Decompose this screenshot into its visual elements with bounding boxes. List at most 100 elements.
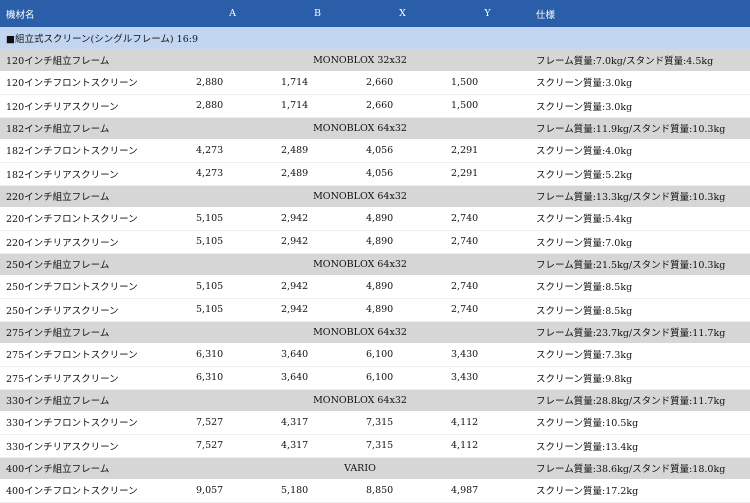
value-y: 2,740	[451, 280, 479, 292]
value-y: 4,112	[451, 416, 479, 428]
frame-row: 275インチ組立フレーム MONOBLOX 64x32 フレーム質量:23.7kg/…	[0, 321, 750, 343]
screen-spec: スクリーン質量:13.4kg	[536, 441, 639, 453]
frame-row: 182インチ組立フレーム MONOBLOX 64x32 フレーム質量:11.9kg/…	[0, 117, 750, 139]
frame-spec: フレーム質量:7.0kg/スタンド質量:4.5kg	[536, 56, 714, 67]
header-a: A	[229, 8, 236, 19]
value-y: 2,291	[451, 168, 479, 179]
frame-row: 400インチ組立フレーム VARIO フレーム質量:38.6kg/スタンド質量:18…	[0, 457, 750, 479]
frame-name: 220インチ組立フレーム	[6, 192, 110, 204]
screen-spec: スクリーン質量:3.0kg	[536, 101, 633, 113]
value-y: 3,430	[451, 372, 479, 383]
header-equipment-name: 機材名	[6, 9, 35, 21]
screen-spec: スクリーン質量:8.5kg	[536, 282, 633, 294]
frame-model: MONOBLOX 64x32	[313, 190, 407, 202]
value-b: 4,317	[281, 440, 309, 451]
header-b: B	[314, 8, 321, 19]
value-a: 6,310	[196, 372, 224, 383]
value-b: 1,714	[281, 76, 309, 88]
table-row: 220インチフロントスクリーン 5,105 2,942 4,890 2,740 スクリーン…	[0, 207, 750, 230]
header-spec: 仕様	[536, 9, 556, 21]
value-b: 2,942	[281, 212, 309, 224]
frame-name: 182インチ組立フレーム	[6, 124, 110, 136]
value-b: 5,180	[281, 484, 309, 496]
table-row: 400インチフロントスクリーン 9,057 5,180 8,850 4,987 スクリーン…	[0, 479, 750, 502]
frame-spec: フレーム質量:21.5kg/スタンド質量:10.3kg	[536, 260, 726, 272]
frame-model: VARIO	[344, 462, 376, 474]
value-x: 4,890	[366, 212, 394, 224]
frame-name: 275インチ組立フレーム	[6, 328, 110, 340]
screen-spec: スクリーン質量:7.0kg	[536, 237, 633, 249]
screen-name: 250インチフロントスクリーン	[6, 282, 138, 294]
screen-name: 400インチフロントスクリーン	[6, 486, 138, 498]
value-y: 4,987	[451, 484, 479, 496]
screen-spec: スクリーン質量:3.0kg	[536, 78, 633, 90]
frame-spec: フレーム質量:13.3kg/スタンド質量:10.3kg	[536, 192, 726, 204]
value-x: 2,660	[366, 100, 394, 111]
screen-spec: スクリーン質量:17.2kg	[536, 486, 639, 498]
value-y: 2,291	[451, 144, 479, 156]
screen-spec: スクリーン質量:7.3kg	[536, 350, 633, 362]
table-row: 330インチリアスクリーン 7,527 4,317 7,315 4,112 スクリーン質量…	[0, 434, 750, 457]
value-x: 4,056	[366, 144, 394, 156]
frame-spec: フレーム質量:28.8kg/スタンド質量:11.7kg	[536, 396, 726, 408]
frame-name: 120インチ組立フレーム	[6, 56, 110, 67]
table-row: 275インチリアスクリーン 6,310 3,640 6,100 3,430 スクリーン質量…	[0, 366, 750, 389]
frame-row: 120インチ組立フレーム MONOBLOX 32x32 フレーム質量:7.0kg/ス…	[0, 49, 750, 71]
value-b: 3,640	[281, 348, 309, 360]
screen-name: 220インチフロントスクリーン	[6, 214, 138, 226]
value-a: 4,273	[196, 144, 224, 156]
table-row: 250インチリアスクリーン 5,105 2,942 4,890 2,740 スクリーン質量…	[0, 298, 750, 321]
value-x: 4,890	[366, 304, 394, 315]
table-row: 220インチリアスクリーン 5,105 2,942 4,890 2,740 スクリーン質量…	[0, 230, 750, 253]
screen-name: 120インチリアスクリーン	[6, 101, 119, 113]
equipment-spec-table: 機材名 A B X Y 仕様 ■組立式スクリーン(シングルフレーム) 16:9 …	[0, 0, 750, 503]
value-y: 3,430	[451, 348, 479, 360]
screen-spec: スクリーン質量:5.2kg	[536, 169, 633, 181]
frame-model: MONOBLOX 64x32	[313, 258, 407, 270]
value-x: 7,315	[366, 440, 394, 451]
value-b: 2,489	[281, 144, 309, 156]
value-x: 4,056	[366, 168, 394, 179]
frame-name: 250インチ組立フレーム	[6, 260, 110, 272]
table-row: 182インチリアスクリーン 4,273 2,489 4,056 2,291 スクリーン質量…	[0, 162, 750, 185]
table-row: 182インチフロントスクリーン 4,273 2,489 4,056 2,291 スクリーン…	[0, 139, 750, 162]
value-b: 1,714	[281, 100, 309, 111]
value-a: 4,273	[196, 168, 224, 179]
screen-name: 330インチフロントスクリーン	[6, 418, 138, 430]
value-y: 2,740	[451, 212, 479, 224]
screen-name: 182インチフロントスクリーン	[6, 146, 138, 158]
table-header-row: 機材名 A B X Y 仕様	[0, 0, 750, 27]
frame-spec: フレーム質量:23.7kg/スタンド質量:11.7kg	[536, 328, 726, 340]
value-a: 6,310	[196, 348, 224, 360]
frame-name: 330インチ組立フレーム	[6, 396, 110, 408]
screen-spec: スクリーン質量:4.0kg	[536, 146, 633, 158]
frame-row: 250インチ組立フレーム MONOBLOX 64x32 フレーム質量:21.5kg/…	[0, 253, 750, 275]
screen-name: 330インチリアスクリーン	[6, 441, 119, 453]
screen-spec: スクリーン質量:9.8kg	[536, 373, 633, 385]
value-x: 2,660	[366, 76, 394, 88]
value-y: 4,112	[451, 440, 479, 451]
value-b: 2,489	[281, 168, 309, 179]
value-y: 1,500	[451, 100, 479, 111]
table-row: 275インチフロントスクリーン 6,310 3,640 6,100 3,430 スクリーン…	[0, 343, 750, 366]
value-x: 6,100	[366, 372, 394, 383]
table-body: ■組立式スクリーン(シングルフレーム) 16:9 120インチ組立フレーム MON…	[0, 27, 750, 502]
frame-model: MONOBLOX 64x32	[313, 394, 407, 406]
header-x: X	[399, 8, 406, 19]
screen-name: 275インチフロントスクリーン	[6, 350, 138, 362]
screen-name: 182インチリアスクリーン	[6, 169, 119, 181]
frame-row: 330インチ組立フレーム MONOBLOX 64x32 フレーム質量:28.8kg/…	[0, 389, 750, 411]
value-b: 3,640	[281, 372, 309, 383]
frame-name: 400インチ組立フレーム	[6, 464, 110, 476]
table-row: 120インチリアスクリーン 2,880 1,714 2,660 1,500 スクリーン質量…	[0, 94, 750, 117]
value-a: 2,880	[196, 76, 224, 88]
value-x: 6,100	[366, 348, 394, 360]
screen-spec: スクリーン質量:10.5kg	[536, 418, 639, 430]
value-x: 7,315	[366, 416, 394, 428]
value-a: 5,105	[196, 236, 224, 247]
table-row: 120インチフロントスクリーン 2,880 1,714 2,660 1,500 スクリーン…	[0, 71, 750, 94]
value-x: 4,890	[366, 280, 394, 292]
screen-name: 120インチフロントスクリーン	[6, 78, 138, 90]
frame-spec: フレーム質量:11.9kg/スタンド質量:10.3kg	[536, 124, 726, 136]
value-b: 4,317	[281, 416, 309, 428]
